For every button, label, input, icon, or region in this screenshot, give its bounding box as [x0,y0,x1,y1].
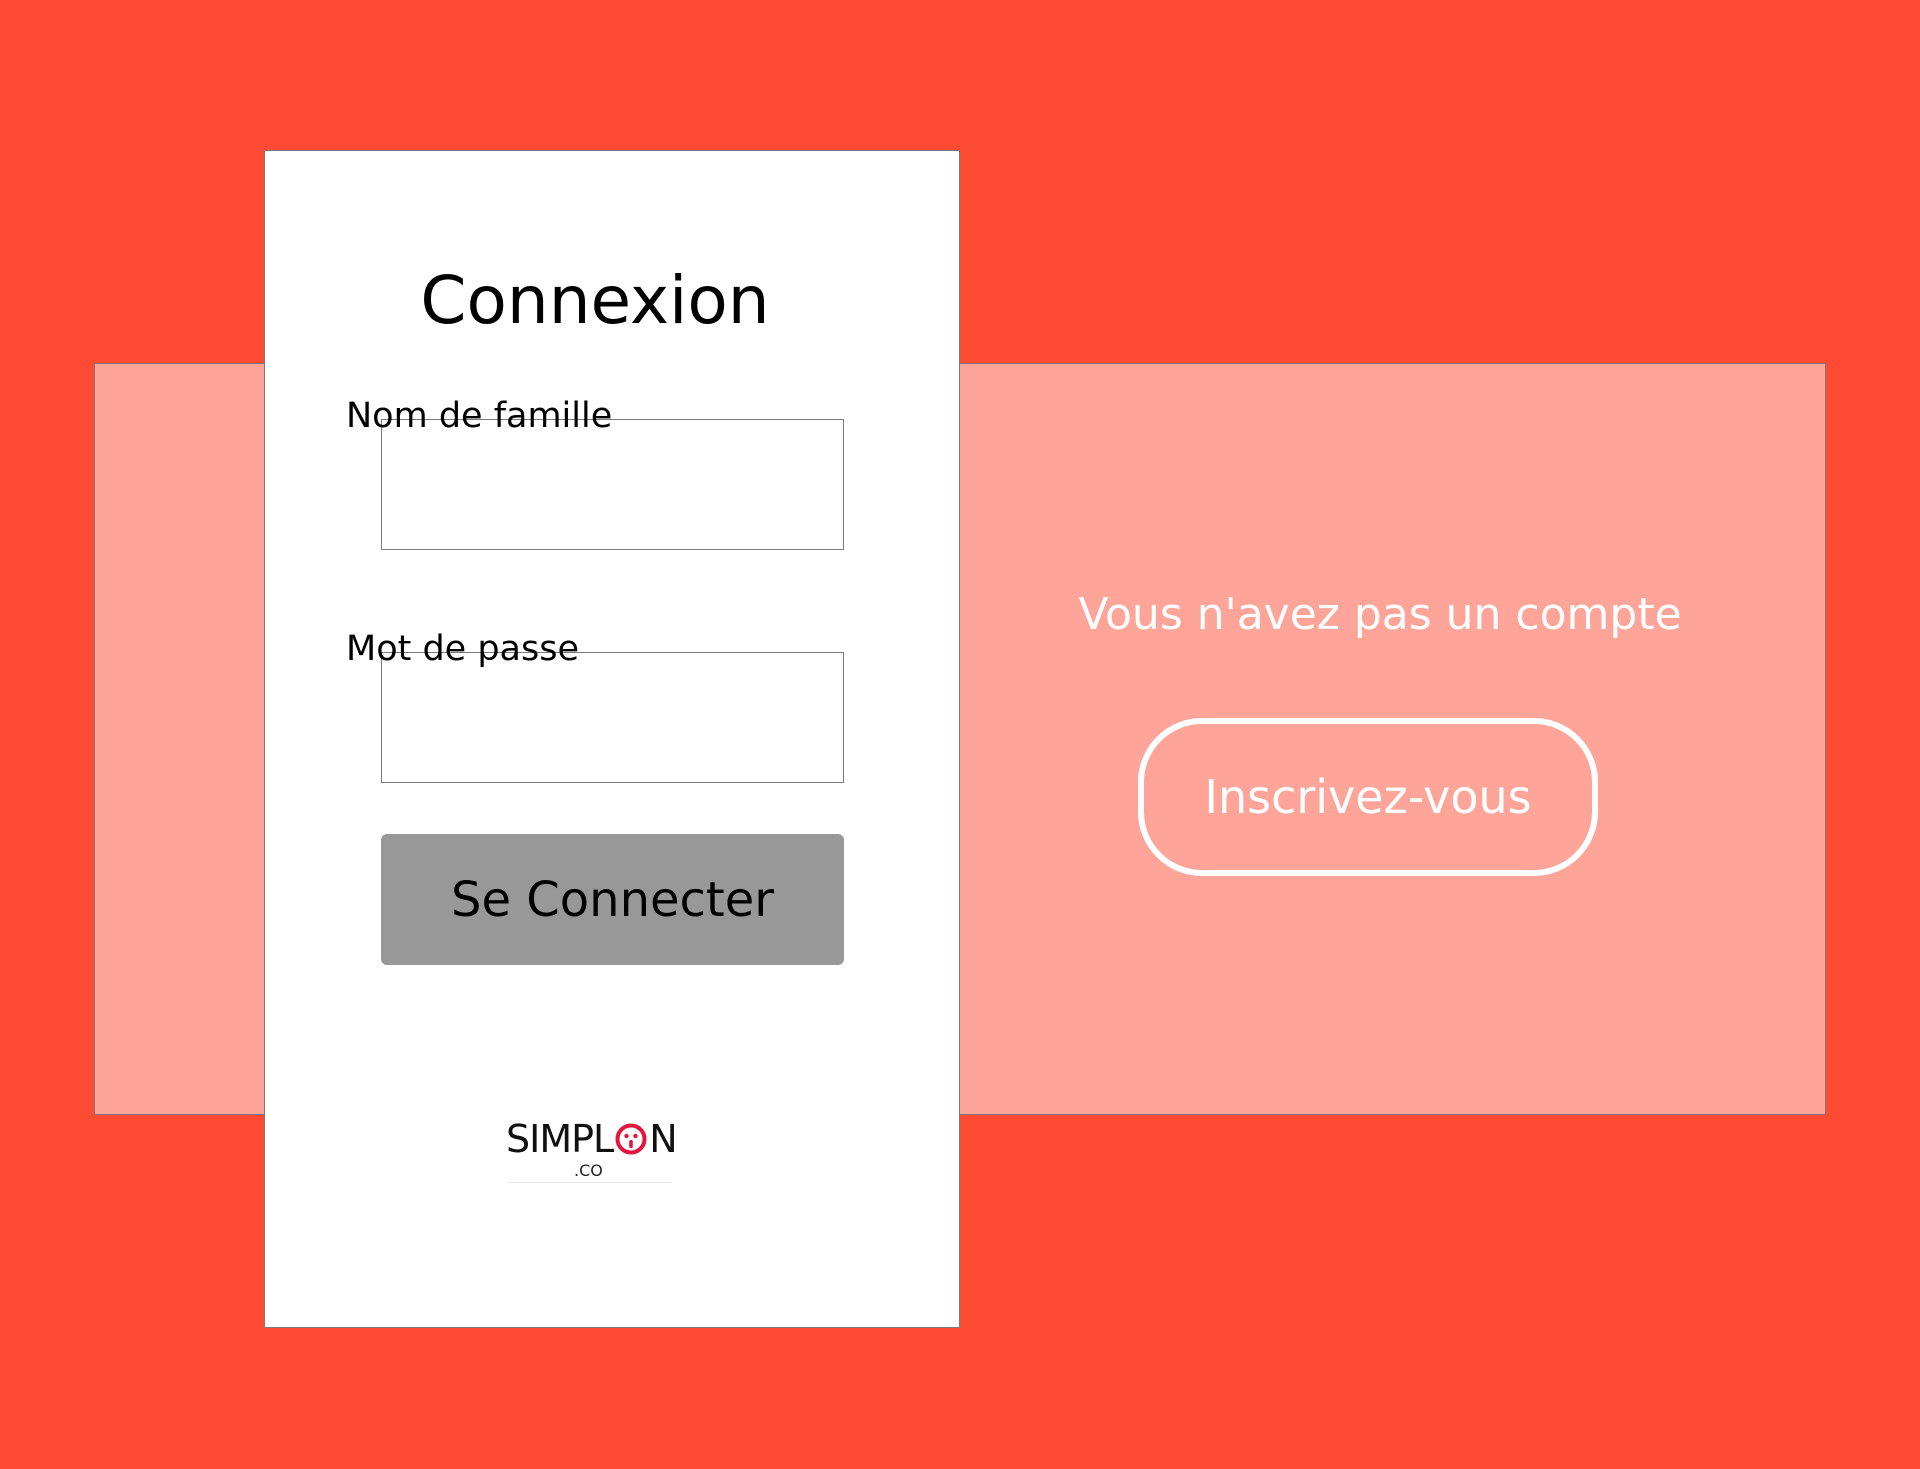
signup-prompt: Vous n'avez pas un compte [1078,589,1682,640]
simplon-logo-wordmark: SIMPL N [506,1117,678,1161]
login-button[interactable]: Se Connecter [381,834,844,965]
signup-button[interactable]: Inscrivez-vous [1138,718,1598,876]
simplon-logo: SIMPL N .CO [500,1110,680,1186]
password-input[interactable] [381,652,844,783]
password-label: Mot de passe [346,629,580,669]
login-title: Connexion [420,262,770,339]
simplon-logo-suffix: .CO [574,1161,603,1180]
lastname-input[interactable] [381,419,844,550]
lastname-label: Nom de famille [346,396,613,436]
logo-power-o-icon [615,1123,647,1155]
logo-divider [508,1182,672,1183]
